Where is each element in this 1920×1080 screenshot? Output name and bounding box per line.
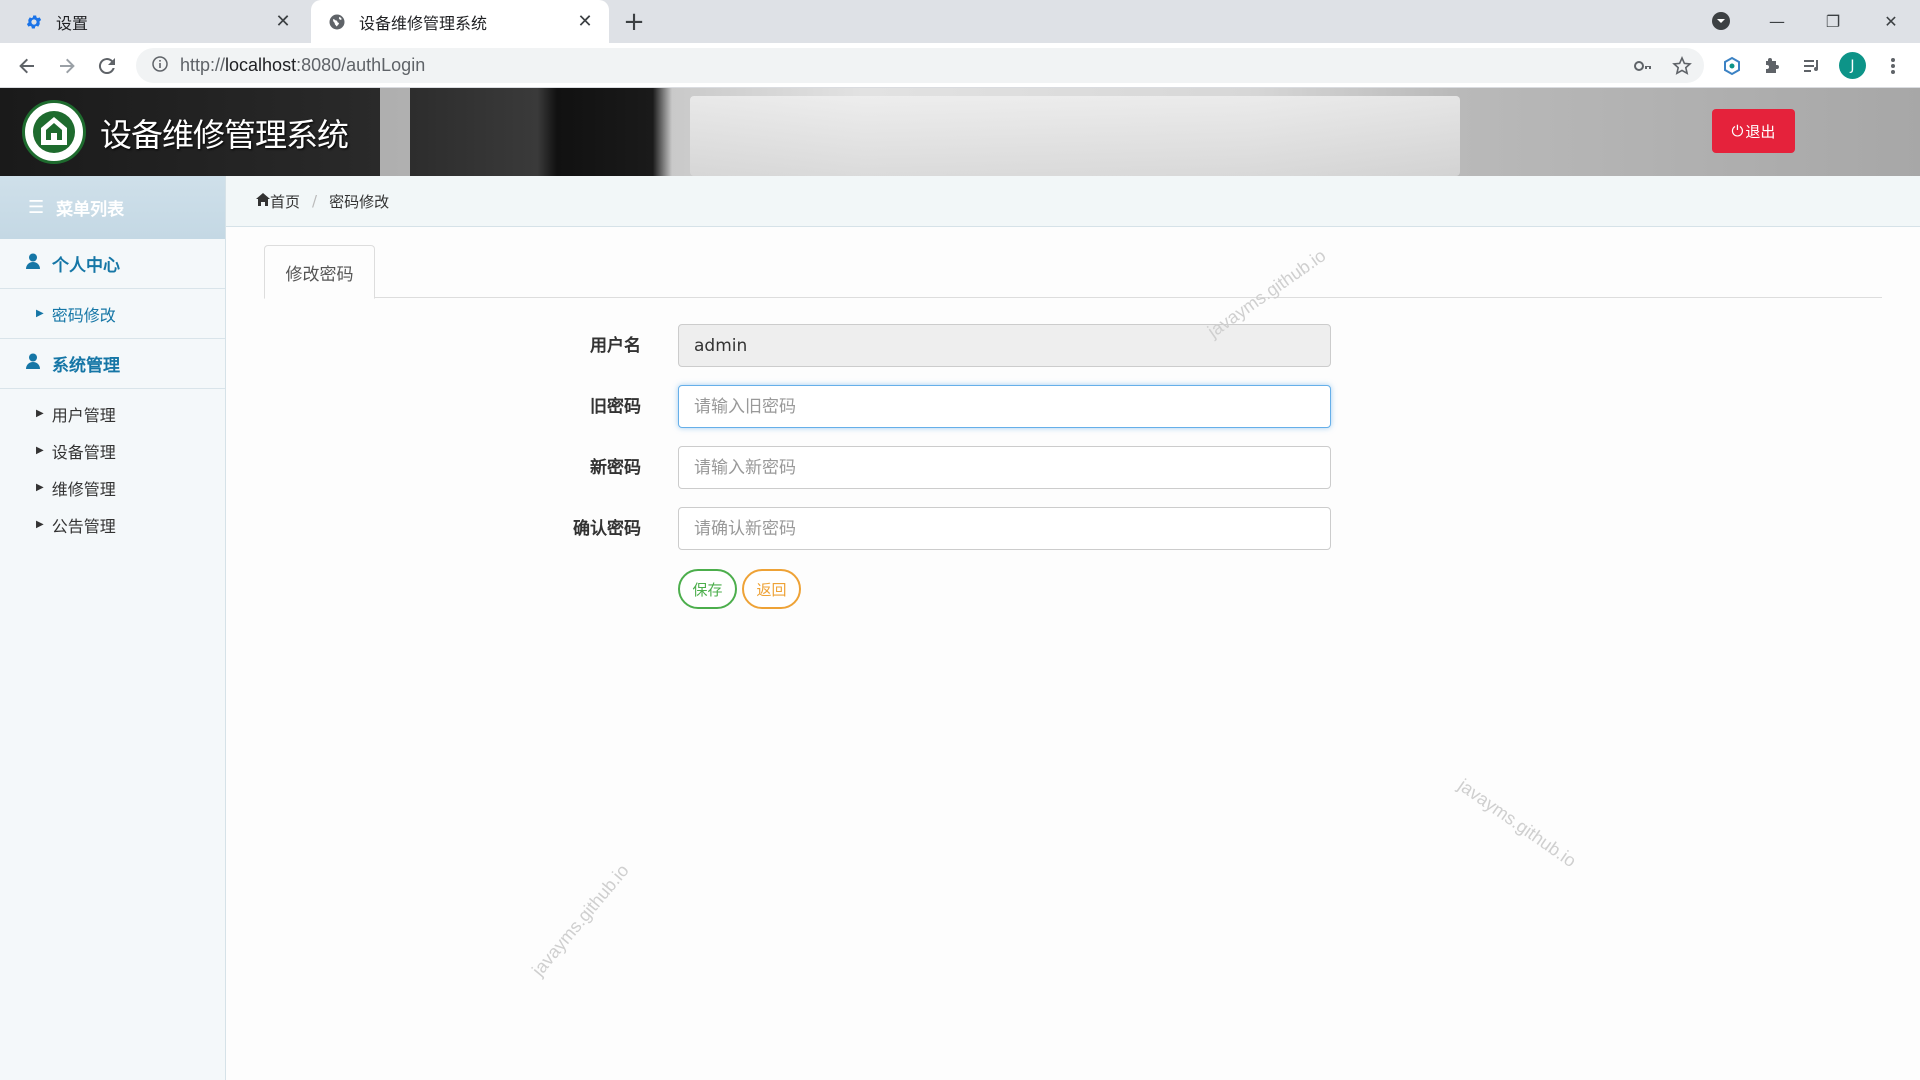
more-vert-icon[interactable] — [1878, 51, 1908, 81]
caret-right-icon: ▶ — [36, 445, 44, 456]
form-row-old-password: 旧密码 — [226, 385, 1920, 429]
logout-label: 退出 — [1745, 122, 1776, 141]
key-icon[interactable] — [1628, 51, 1658, 81]
star-icon[interactable] — [1667, 51, 1697, 81]
watermark: javayms.github.io — [528, 860, 633, 980]
confirm-password-label: 确认密码 — [573, 519, 641, 539]
sidebar-group-system[interactable]: 系统管理 — [0, 339, 225, 389]
breadcrumb-home[interactable]: 首页 — [270, 191, 300, 212]
info-icon[interactable] — [152, 55, 168, 76]
breadcrumb-current: 密码修改 — [329, 192, 390, 211]
tab-change-password[interactable]: 修改密码 — [264, 245, 375, 299]
form-row-confirm-password: 确认密码 — [226, 507, 1920, 551]
reload-icon[interactable] — [92, 51, 122, 81]
sidebar-submenu: ▶ 密码修改 — [0, 289, 225, 339]
home-icon — [256, 192, 270, 210]
forward-icon[interactable] — [52, 51, 82, 81]
form-actions: 保存 返回 — [226, 569, 1920, 613]
form-row-new-password: 新密码 — [226, 446, 1920, 490]
url-bar[interactable]: http://localhost:8080/authLogin — [136, 48, 1704, 83]
sidebar-item-label: 密码修改 — [51, 305, 116, 325]
caret-right-icon: ▶ — [36, 308, 44, 319]
back-icon[interactable] — [12, 51, 42, 81]
close-icon[interactable]: ✕ — [273, 11, 293, 32]
caret-right-icon: ▶ — [36, 408, 44, 419]
main-content: 修改密码 用户名 旧密码 新密码 确认密码 保存 返回 javayms.gith… — [226, 227, 1920, 1080]
gear-icon — [24, 12, 44, 32]
browser-tab-settings[interactable]: 设置 ✕ — [0, 0, 307, 43]
confirm-password-input[interactable] — [678, 507, 1331, 550]
restore-icon[interactable]: ❐ — [1816, 6, 1850, 36]
menu-title: 菜单列表 — [56, 200, 125, 220]
close-icon[interactable]: ✕ — [575, 11, 595, 32]
username-input[interactable] — [678, 324, 1331, 367]
sidebar-submenu: ▶ 用户管理 ▶ 设备管理 ▶ 维修管理 ▶ 公告管理 — [0, 389, 225, 543]
sidebar-item-users[interactable]: ▶ 用户管理 — [0, 395, 225, 432]
logo-icon — [22, 100, 86, 164]
breadcrumb-separator: / — [312, 192, 318, 210]
header-background-decor — [690, 96, 1460, 176]
sidebar-item-label: 用户管理 — [51, 405, 116, 425]
save-button[interactable]: 保存 — [678, 569, 737, 609]
app-header: 设备维修管理系统 ⏻ 退出 — [0, 88, 1920, 176]
sidebar-group-label: 个人中心 — [52, 256, 120, 276]
globe-icon — [327, 12, 347, 32]
user-icon — [26, 353, 40, 374]
minimize-icon[interactable]: — — [1760, 6, 1794, 36]
extension-hex-icon[interactable] — [1717, 51, 1747, 81]
sidebar-item-password[interactable]: ▶ 密码修改 — [0, 295, 225, 332]
browser-tab-title: 设置 — [56, 13, 89, 33]
sidebar-group-personal[interactable]: 个人中心 — [0, 239, 225, 289]
old-password-input[interactable] — [678, 385, 1331, 428]
sidebar-item-notices[interactable]: ▶ 公告管理 — [0, 506, 225, 543]
sidebar-item-label: 公告管理 — [51, 516, 116, 536]
watermark: javayms.github.io — [1454, 775, 1580, 872]
caret-right-icon: ▶ — [36, 482, 44, 493]
username-label: 用户名 — [590, 336, 641, 356]
sidebar-item-repairs[interactable]: ▶ 维修管理 — [0, 469, 225, 506]
power-icon: ⏻ — [1731, 122, 1744, 140]
menu-header: ☰ 菜单列表 — [0, 176, 225, 239]
close-window-icon[interactable]: ✕ — [1874, 6, 1908, 36]
app-title: 设备维修管理系统 — [100, 116, 349, 154]
caret-right-icon: ▶ — [36, 519, 44, 530]
browser-tab-app[interactable]: 设备维修管理系统 ✕ — [311, 0, 609, 43]
url-text[interactable]: http://localhost:8080/authLogin — [180, 55, 425, 76]
browser-toolbar: http://localhost:8080/authLogin J — [0, 43, 1920, 88]
puzzle-icon[interactable] — [1757, 51, 1787, 81]
sidebar-item-label: 维修管理 — [51, 479, 116, 499]
tab-search-icon[interactable] — [1704, 6, 1738, 36]
sidebar-group-label: 系统管理 — [52, 356, 120, 376]
browser-tab-title: 设备维修管理系统 — [359, 13, 488, 33]
new-tab-icon[interactable]: + — [620, 7, 648, 37]
new-password-input[interactable] — [678, 446, 1331, 489]
new-password-label: 新密码 — [590, 458, 641, 478]
sidebar-item-label: 设备管理 — [51, 442, 116, 462]
profile-avatar[interactable]: J — [1839, 52, 1866, 79]
reading-list-icon[interactable] — [1797, 51, 1827, 81]
old-password-label: 旧密码 — [590, 397, 641, 417]
user-icon — [26, 253, 40, 274]
browser-tab-bar: 设置 ✕ 设备维修管理系统 ✕ + — ❐ ✕ — [0, 0, 1920, 43]
back-button[interactable]: 返回 — [742, 569, 801, 609]
sidebar: ☰ 菜单列表 个人中心 ▶ 密码修改 系统管理 ▶ 用户管理 ▶ 设备管理 ▶ … — [0, 176, 226, 1080]
logout-button[interactable]: ⏻ 退出 — [1712, 109, 1795, 153]
form-row-username: 用户名 — [226, 324, 1920, 368]
sidebar-item-equipment[interactable]: ▶ 设备管理 — [0, 432, 225, 469]
form-tab-strip: 修改密码 — [264, 245, 1882, 299]
list-icon: ☰ — [28, 197, 45, 218]
header-background-decor — [380, 88, 410, 176]
breadcrumb: 首页 / 密码修改 — [226, 176, 1920, 227]
